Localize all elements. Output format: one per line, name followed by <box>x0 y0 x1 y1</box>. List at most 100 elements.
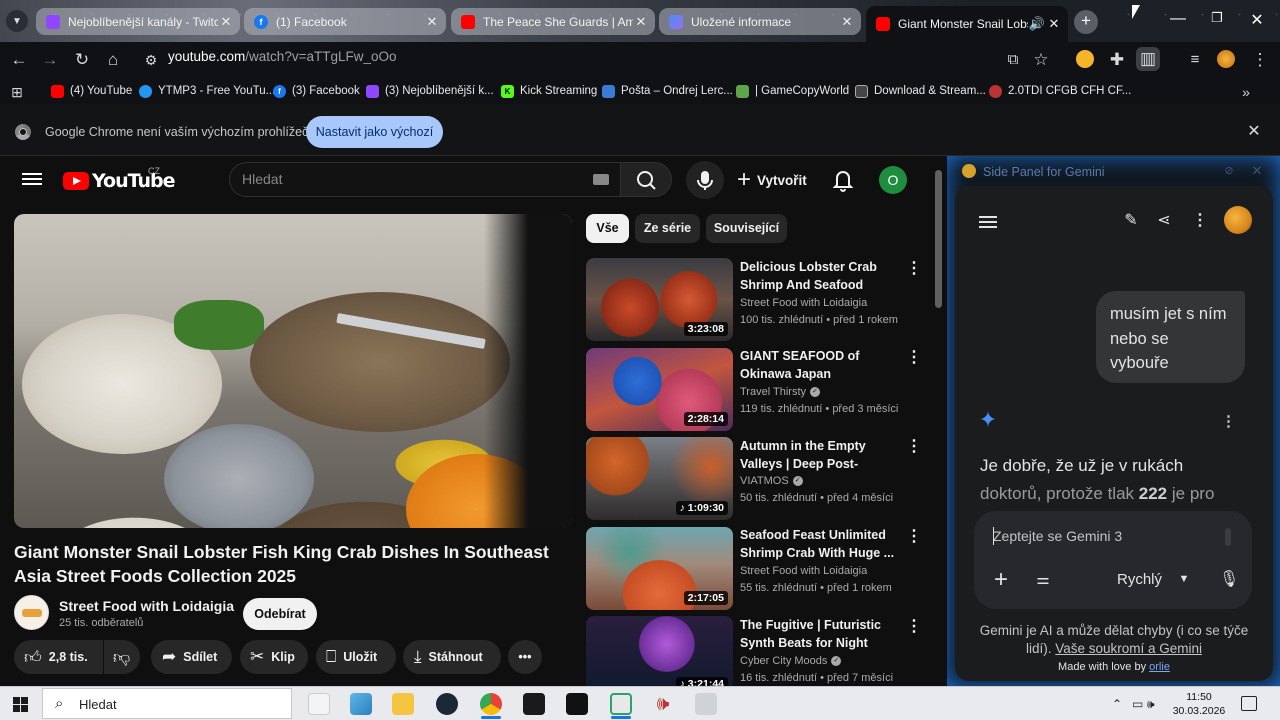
response-options-icon[interactable]: ⋮ <box>1221 413 1236 431</box>
download-button[interactable]: ⤓ Stáhnout <box>403 640 501 674</box>
share-icon[interactable]: ⋖ <box>1154 211 1174 231</box>
notepad-icon[interactable] <box>308 693 330 715</box>
related-video-channel[interactable]: Travel Thirsty ✓ <box>740 386 821 398</box>
video-thumbnail[interactable]: 2:28:14 <box>586 348 733 431</box>
tab-twitch[interactable]: Nejoblíbenější kanály - Twitch ✕ <box>36 8 240 35</box>
extension-emoji-icon[interactable] <box>1076 50 1094 68</box>
microphone-icon[interactable]: 🎙︎ <box>1219 569 1239 591</box>
tab-giant-monster-snail[interactable]: Giant Monster Snail Lobste 🔊 ✕ <box>866 6 1068 42</box>
bookmark-youtube[interactable]: (4) YouTube <box>51 83 132 99</box>
search-button[interactable] <box>620 162 672 197</box>
video-thumbnail[interactable]: ♪ 3:21:44 <box>586 616 733 686</box>
related-video-channel[interactable]: Cyber City Moods ✓ <box>740 655 842 667</box>
tab-peace-she-guards[interactable]: The Peace She Guards | Ambien ✕ <box>451 8 655 35</box>
page-scrollbar-thumb[interactable] <box>935 170 942 308</box>
related-video-channel[interactable]: Street Food with Loidaigia <box>740 297 867 309</box>
save-button[interactable]: ⎕ Uložit <box>316 640 396 674</box>
reload-icon[interactable]: ↻ <box>70 48 94 72</box>
more-menu-icon[interactable]: ⋮ <box>1248 48 1272 72</box>
close-panel-icon[interactable]: ✕ <box>1250 163 1264 178</box>
file-explorer-icon[interactable] <box>392 693 414 715</box>
speaker-icon[interactable]: 🔊 <box>1028 16 1046 32</box>
related-video-title[interactable]: Autumn in the Empty Valleys | Deep Post-… <box>740 438 900 474</box>
add-attachment-icon[interactable]: + <box>990 568 1012 592</box>
close-tab-icon[interactable]: ✕ <box>633 14 649 30</box>
epic-games-icon[interactable] <box>523 693 545 715</box>
chevron-down-icon[interactable]: ▼ <box>1177 570 1191 588</box>
more-vertical-icon[interactable]: ⋮ <box>906 349 922 367</box>
bookmark-twitch[interactable]: (3) Nejoblíbenější k... <box>366 83 494 99</box>
model-mode-selector[interactable]: Rychlý <box>1117 571 1162 588</box>
chip-all[interactable]: Vše <box>586 214 629 243</box>
bookmark-facebook[interactable]: f (3) Facebook <box>273 83 360 99</box>
tab-ulozene-informace[interactable]: Uložené informace ✕ <box>659 8 861 35</box>
more-vertical-icon[interactable]: ⋮ <box>906 438 922 456</box>
account-avatar[interactable]: O <box>879 166 907 194</box>
search-input[interactable] <box>229 162 621 197</box>
video-thumbnail[interactable]: 2:17:05 <box>586 527 733 610</box>
bookmark-star-icon[interactable]: ☆ <box>1029 48 1053 72</box>
gemini-prompt-placeholder[interactable]: Zeptejte se Gemini 3 <box>993 528 1122 544</box>
close-tab-icon[interactable]: ✕ <box>218 14 234 30</box>
like-button[interactable]: 👍︎ 2,8 tis. <box>14 640 103 674</box>
bookmark-ytmp3[interactable]: YTMP3 - Free YouTu... <box>139 83 275 99</box>
gemini-menu-icon[interactable] <box>979 213 997 228</box>
system-app-icon[interactable] <box>695 693 717 715</box>
pin-icon[interactable]: ⊘ <box>1222 164 1236 178</box>
gemini-prompt-box[interactable] <box>974 511 1252 609</box>
extensions-puzzle-icon[interactable]: ✚ <box>1105 48 1129 72</box>
video-thumbnail[interactable]: 3:23:08 <box>586 258 733 341</box>
adobe-icon[interactable] <box>566 693 588 715</box>
windows-start-icon[interactable] <box>13 697 28 712</box>
site-info-icon[interactable]: ⚙ <box>139 48 163 72</box>
media-controls-icon[interactable]: ≡ <box>1183 48 1207 72</box>
volume-icon[interactable]: 🕪︎ <box>1147 697 1155 712</box>
related-video-channel[interactable]: Street Food with Loidaigia <box>740 565 867 577</box>
new-chat-icon[interactable]: ✎ <box>1121 211 1141 231</box>
share-button[interactable]: ➦ Sdílet <box>151 640 232 674</box>
related-video-title[interactable]: Seafood Feast Unlimited Shrimp Crab With… <box>740 527 900 562</box>
install-app-icon[interactable]: ⧉ <box>1001 48 1025 72</box>
channel-name[interactable]: Street Food with Loidaigia <box>59 598 234 614</box>
close-tab-icon[interactable]: ✕ <box>424 14 440 30</box>
related-video-title[interactable]: GIANT SEAFOOD of Okinawa Japan <box>740 348 900 383</box>
close-infobar-icon[interactable]: ✕ <box>1245 123 1263 141</box>
prompt-scrollbar[interactable] <box>1225 528 1231 546</box>
steam-icon[interactable] <box>436 693 458 715</box>
clip-button[interactable]: ✂ Klip <box>240 640 308 674</box>
create-button[interactable]: + Vytvořit <box>737 168 807 192</box>
forward-icon[interactable]: → <box>38 48 62 72</box>
restore-button[interactable]: ❐ <box>1202 10 1232 32</box>
more-actions-button[interactable]: ••• <box>508 640 542 674</box>
dislike-button[interactable]: 👎︎ <box>104 640 140 674</box>
close-tab-icon[interactable]: ✕ <box>1046 16 1062 32</box>
related-video-title[interactable]: Delicious Lobster Crab Shrimp And Seafoo… <box>740 259 900 295</box>
side-panel-icon[interactable]: ▥ <box>1136 47 1160 71</box>
photos-icon[interactable] <box>350 693 372 715</box>
bookmark-tdi[interactable]: 2.0TDI CFGB CFH CF... <box>989 83 1131 99</box>
hamburger-menu-icon[interactable] <box>22 170 42 186</box>
related-video-title[interactable]: The Fugitive | Futuristic Synth Beats fo… <box>740 617 900 653</box>
back-icon[interactable]: ← <box>7 48 31 72</box>
more-vertical-icon[interactable]: ⋮ <box>906 260 922 278</box>
notification-center-icon[interactable] <box>1241 696 1257 711</box>
video-thumbnail[interactable]: ♪ 1:09:30 <box>586 437 733 520</box>
voice-search-button[interactable] <box>686 161 724 199</box>
video-player[interactable] <box>14 214 572 528</box>
channel-avatar[interactable] <box>14 595 49 630</box>
address-bar[interactable]: youtube.com/watch?v=aTTgLFw_oOo <box>168 49 397 64</box>
author-link[interactable]: orlie <box>1149 661 1170 673</box>
bookmark-kick[interactable]: K Kick Streaming <box>501 83 597 99</box>
close-tab-icon[interactable]: ✕ <box>839 14 855 30</box>
taskbar-clock[interactable]: 11:50 30.03.2026 <box>1168 690 1230 718</box>
close-window-button[interactable]: ✕ <box>1242 10 1272 32</box>
minimize-button[interactable]: — <box>1163 10 1193 32</box>
more-vertical-icon[interactable]: ⋮ <box>1190 211 1210 231</box>
more-vertical-icon[interactable]: ⋮ <box>906 528 922 546</box>
chip-related[interactable]: Související <box>706 214 787 243</box>
bookmark-download-stream[interactable]: Download & Stream... <box>855 83 986 99</box>
notifications-button[interactable] <box>832 168 854 192</box>
tab-search-button[interactable]: ▼ <box>6 10 28 32</box>
new-tab-button[interactable]: + <box>1074 10 1098 34</box>
set-default-button[interactable]: Nastavit jako výchozí <box>306 116 443 148</box>
